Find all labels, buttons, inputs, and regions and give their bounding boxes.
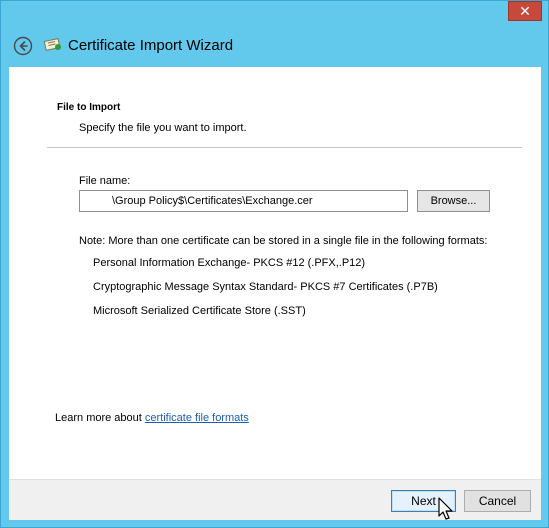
- mouse-pointer-icon: [438, 497, 453, 520]
- header-divider: [47, 147, 522, 148]
- browse-button[interactable]: Browse...: [417, 190, 490, 212]
- cancel-button[interactable]: Cancel: [464, 490, 531, 512]
- format-item-p7b: Cryptographic Message Syntax Standard- P…: [93, 281, 438, 293]
- close-button[interactable]: ✕: [508, 1, 542, 21]
- format-item-pfx: Personal Information Exchange- PKCS #12 …: [93, 257, 366, 269]
- file-name-input[interactable]: [79, 190, 408, 212]
- certificate-wizard-icon: [43, 35, 63, 53]
- learn-more-text: Learn more about certificate file format…: [55, 412, 249, 424]
- learn-more-prefix: Learn more about: [55, 412, 145, 424]
- button-footer: Next Cancel: [9, 479, 541, 520]
- wizard-window: ✕ Certificate Import Wizard File to Impo…: [0, 0, 549, 528]
- file-name-label: File name:: [79, 175, 131, 187]
- back-arrow-icon: [13, 36, 33, 56]
- section-title: File to Import: [57, 102, 121, 113]
- window-title: Certificate Import Wizard: [68, 37, 234, 54]
- close-icon: ✕: [519, 2, 531, 19]
- section-subtitle: Specify the file you want to import.: [79, 122, 247, 134]
- format-item-sst: Microsoft Serialized Certificate Store (…: [93, 305, 306, 317]
- wizard-content-panel: File to Import Specify the file you want…: [9, 67, 541, 520]
- formats-note: Note: More than one certificate can be s…: [79, 235, 488, 247]
- back-button[interactable]: [13, 36, 33, 56]
- certificate-formats-link[interactable]: certificate file formats: [145, 412, 249, 424]
